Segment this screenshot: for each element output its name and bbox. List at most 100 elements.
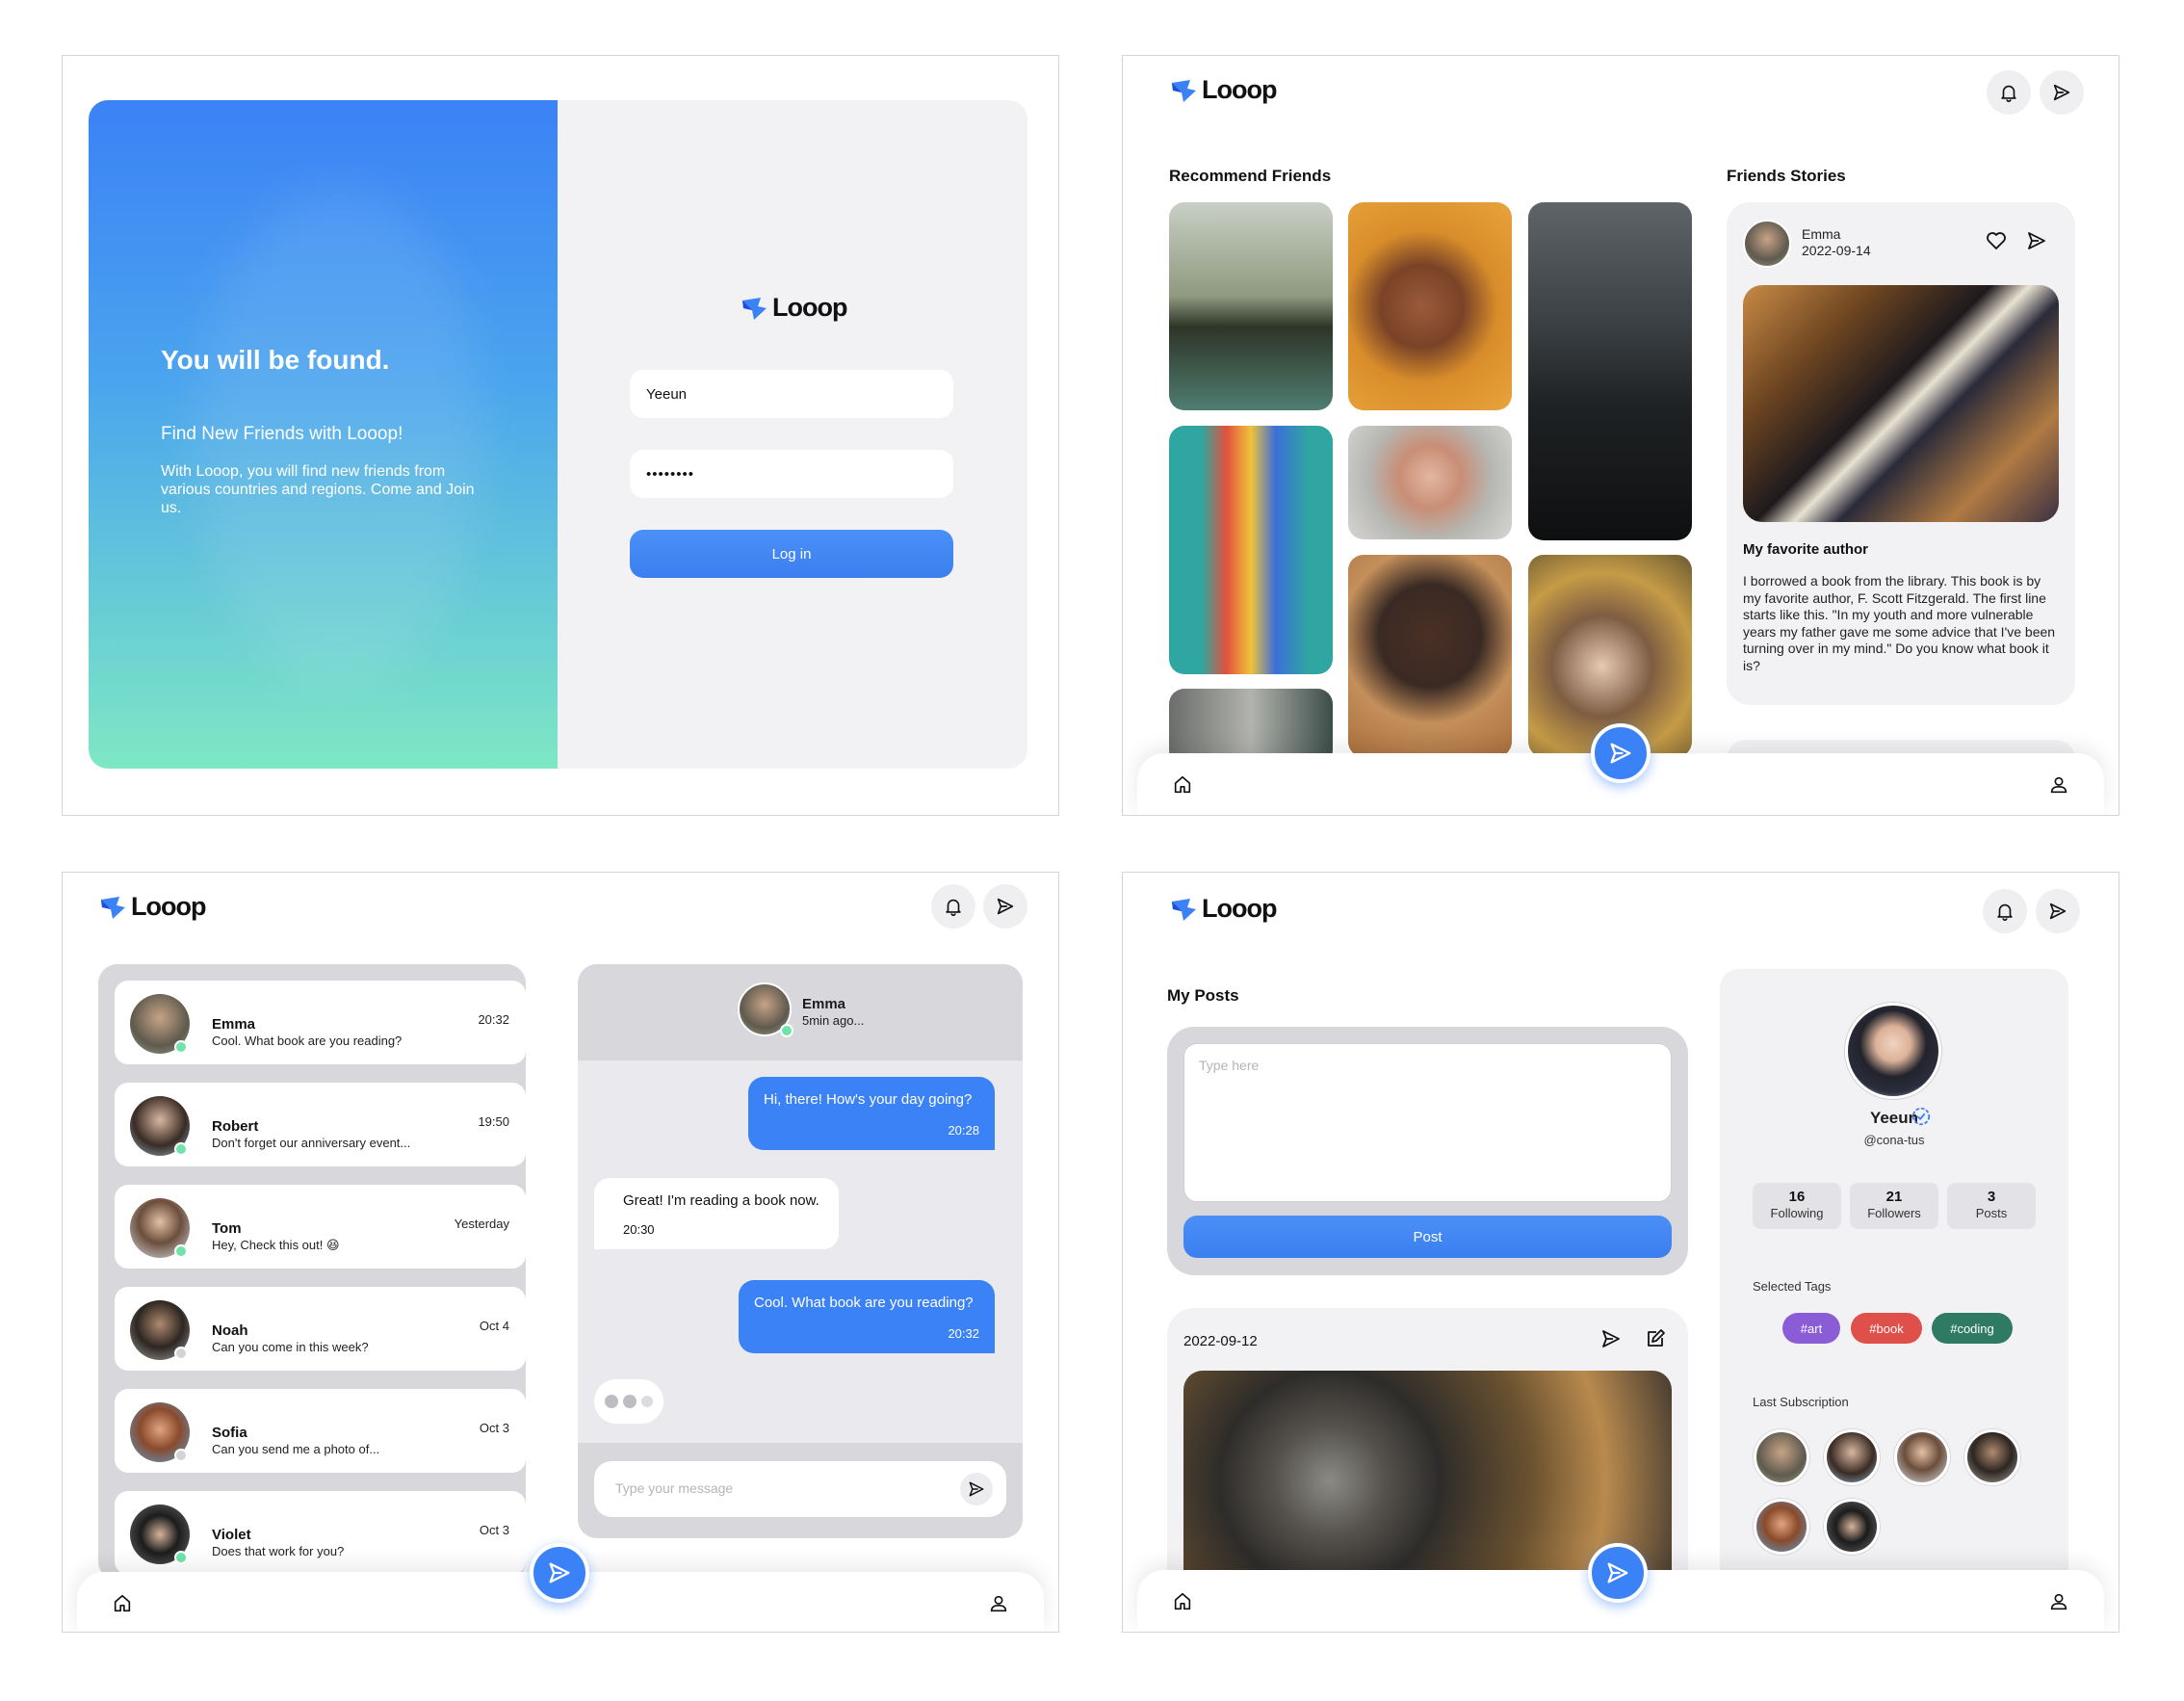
edit-icon[interactable]	[1644, 1327, 1667, 1350]
followers-stat[interactable]: 21 Followers	[1850, 1183, 1938, 1229]
story-title: My favorite author	[1743, 541, 1869, 558]
send-icon[interactable]	[1599, 1327, 1623, 1350]
tag-book[interactable]: #book	[1851, 1313, 1922, 1344]
hero-subheadline: Find New Friends with Looop!	[161, 424, 403, 444]
friend-photo[interactable]	[1169, 202, 1333, 410]
logo[interactable]: Looop	[98, 892, 206, 922]
story-author: Emma	[1802, 226, 1841, 242]
message-placeholder: Type your message	[615, 1480, 734, 1496]
bell-icon	[946, 899, 961, 916]
message-time: 20:32	[948, 1326, 979, 1341]
tag-art[interactable]: #art	[1782, 1313, 1840, 1344]
contact-status: 5min ago...	[802, 1013, 865, 1028]
story-image[interactable]	[1743, 285, 2059, 522]
bell-icon	[2001, 85, 2016, 102]
composer-area: Type your message	[578, 1443, 1023, 1538]
friend-photo[interactable]	[1348, 202, 1512, 410]
friend-photo[interactable]	[1348, 555, 1512, 757]
send-button[interactable]	[2040, 70, 2084, 115]
logo[interactable]: Looop	[1169, 75, 1277, 105]
send-message-button[interactable]	[960, 1473, 993, 1505]
story-card: Emma 2022-09-14 My favorite author I bor…	[1727, 202, 2075, 705]
send-icon	[1607, 1562, 1628, 1583]
conversation-preview: Can you send me a photo of...	[212, 1442, 380, 1456]
message-text: Hi, there! How's your day going?	[764, 1091, 973, 1108]
tag-coding[interactable]: #coding	[1932, 1313, 2013, 1344]
conversation-time: Oct 4	[479, 1319, 509, 1333]
following-stat[interactable]: 16 Following	[1753, 1183, 1841, 1229]
conversation-item[interactable]: Violet Does that work for you? Oct 3	[115, 1491, 526, 1575]
conversation-name: Sofia	[212, 1425, 247, 1441]
subscription-avatar[interactable]	[1824, 1429, 1880, 1485]
subscription-avatar[interactable]	[1754, 1429, 1809, 1485]
friend-photo[interactable]	[1169, 426, 1333, 674]
message-text: Great! I'm reading a book now.	[623, 1192, 819, 1209]
send-icon	[549, 1562, 570, 1583]
login-panel: Looop Yeeun •••••••• Log in	[558, 100, 1027, 769]
message-bubble-received: Great! I'm reading a book now. 20:30	[594, 1178, 839, 1249]
bell-icon	[1997, 903, 2013, 921]
notification-button[interactable]	[1983, 889, 2027, 933]
friend-photo[interactable]	[1528, 202, 1692, 540]
home-button[interactable]	[1172, 774, 1193, 800]
notification-button[interactable]	[931, 884, 975, 929]
subscription-avatar[interactable]	[1824, 1499, 1880, 1555]
chat-screen: Looop Emma Cool. What book are you readi…	[62, 872, 1059, 1633]
conversation-item[interactable]: Noah Can you come in this week? Oct 4	[115, 1287, 526, 1371]
username-input[interactable]: Yeeun	[630, 370, 953, 418]
posts-stat[interactable]: 3 Posts	[1947, 1183, 2036, 1229]
password-input[interactable]: ••••••••	[630, 450, 953, 498]
send-button[interactable]	[983, 884, 1027, 929]
online-indicator	[174, 1244, 188, 1258]
subscription-avatar[interactable]	[1754, 1499, 1809, 1555]
send-icon[interactable]	[2025, 229, 2048, 252]
profile-button[interactable]	[988, 1593, 1009, 1619]
notification-button[interactable]	[1987, 70, 2031, 115]
story-author-avatar[interactable]	[1743, 220, 1791, 268]
online-indicator	[174, 1551, 188, 1564]
post-button[interactable]: Post	[1183, 1216, 1672, 1258]
message-input[interactable]: Type your message	[594, 1461, 1006, 1517]
conversation-item[interactable]: Sofia Can you send me a photo of... Oct …	[115, 1389, 526, 1473]
user-icon	[2050, 1593, 2067, 1610]
send-icon	[969, 1481, 984, 1497]
send-icon	[1610, 743, 1631, 764]
my-posts-title: My Posts	[1167, 986, 1239, 1005]
post-textarea[interactable]: Type here	[1183, 1043, 1672, 1202]
logo-text: Looop	[1202, 894, 1277, 923]
story-date: 2022-09-14	[1802, 243, 1871, 258]
story-body: I borrowed a book from the library. This…	[1743, 573, 2056, 673]
hero-panel: You will be found. Find New Friends with…	[89, 100, 558, 769]
logo-icon	[101, 896, 125, 919]
conversation-item[interactable]: Emma Cool. What book are you reading? 20…	[115, 981, 526, 1064]
logo-icon	[742, 297, 767, 320]
conversation-name: Emma	[212, 1016, 256, 1033]
friend-photo[interactable]	[1348, 426, 1512, 539]
subscription-avatar[interactable]	[1964, 1429, 2020, 1485]
message-bubble-sent: Cool. What book are you reading? 20:32	[739, 1280, 995, 1353]
verified-badge-icon	[1911, 1107, 1931, 1126]
send-fab[interactable]	[1588, 1543, 1648, 1603]
composer-card: Type here Post	[1167, 1027, 1688, 1275]
send-fab[interactable]	[530, 1543, 589, 1603]
user-icon	[2050, 776, 2067, 794]
home-button[interactable]	[112, 1593, 133, 1619]
conversation-preview: Does that work for you?	[212, 1544, 345, 1558]
send-button[interactable]	[2036, 889, 2080, 933]
heart-icon[interactable]	[1985, 229, 2008, 252]
last-subscription-title: Last Subscription	[1753, 1395, 1849, 1409]
profile-button[interactable]	[2048, 1591, 2069, 1617]
conversation-time: Oct 3	[479, 1523, 509, 1537]
send-fab[interactable]	[1591, 723, 1651, 783]
logo[interactable]: Looop	[1169, 894, 1277, 924]
conversation-item[interactable]: Robert Don't forget our anniversary even…	[115, 1083, 526, 1166]
conversation-item[interactable]: Tom Hey, Check this out! 😆 Yesterday	[115, 1185, 526, 1269]
profile-screen: Looop My Posts Type here Post 2022-09-12…	[1122, 872, 2119, 1633]
profile-avatar[interactable]	[1845, 1003, 1941, 1099]
profile-button[interactable]	[2048, 774, 2069, 800]
contact-name: Emma	[802, 996, 846, 1012]
login-button[interactable]: Log in	[630, 530, 953, 578]
home-button[interactable]	[1172, 1591, 1193, 1617]
subscription-avatar[interactable]	[1894, 1429, 1950, 1485]
post-date: 2022-09-12	[1183, 1333, 1258, 1349]
